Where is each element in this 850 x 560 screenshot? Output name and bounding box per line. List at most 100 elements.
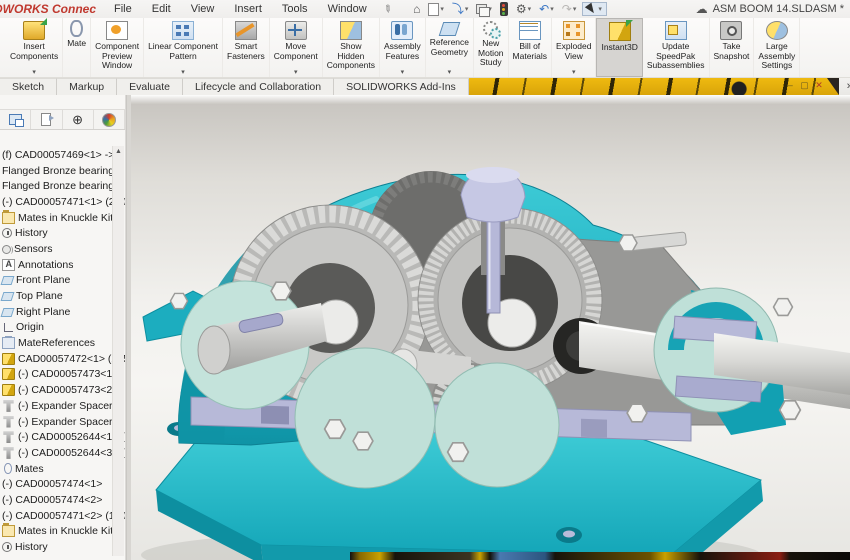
toolbar-button[interactable]: Update SpeedPak Subassemblies ▾ [643,18,710,77]
command-manager: Insert Components ▾ Mate ▾ Component Pre… [0,18,850,78]
tab-configurations[interactable]: ⊕ [63,110,94,129]
toolbar-button-label: Reference Geometry [429,37,470,57]
tree-item[interactable]: Mates in Knuckle Kit [0,209,125,226]
tree-item[interactable]: CAD00057472<1> (225 M [0,351,125,367]
toolbar-button[interactable]: Assembly Features ▾ [380,18,426,77]
tree-item[interactable]: Flanged Bronze bearing-1 [0,163,125,179]
dropdown-caret[interactable]: ▾ [401,68,405,76]
toolbar-button[interactable]: Insert Components ▾ [6,18,64,77]
tree-item[interactable]: History [0,539,125,555]
tree-item-label: History [15,227,48,240]
tree-item-label: (-) Expander Spacer<1> [18,399,125,412]
tree-item-label: Top Plane [16,290,63,303]
toolbar-button-label: Component Preview Window [95,41,140,71]
tree-item[interactable]: Annotations [0,257,125,273]
home-icon[interactable]: ⌂ [413,2,420,16]
undo-icon[interactable]: ↶ [539,2,549,16]
scroll-up-icon[interactable]: ▲ [113,146,124,155]
save-icon[interactable] [476,4,491,17]
ribbon-tab[interactable]: Lifecycle and Collaboration [183,78,335,95]
toolbar-button[interactable]: Linear Component Pattern ▾ [144,18,223,77]
menu-item[interactable]: Edit [142,2,181,16]
toolbar-button[interactable]: Move Component ▾ [270,18,323,77]
menu-item[interactable]: Window [318,2,377,16]
tab-display-manager[interactable] [94,110,125,129]
tree-item-label: Mates [15,462,44,475]
open-icon[interactable]: ⤵ [452,2,464,16]
tree-item[interactable]: Top Plane [0,288,125,304]
tree-item[interactable]: History [0,225,125,241]
dropdown-caret[interactable]: ▾ [528,5,532,13]
dropdown-caret[interactable]: ▾ [598,5,602,13]
toolbar-button[interactable]: Instant3D ▾ [596,18,643,77]
toolbar-button[interactable]: Exploded View ▾ [552,18,597,77]
brand-text: SOLIDWORKS Connected [0,2,96,16]
ribbon-tab[interactable]: Sketch [0,78,58,95]
toolbar-button[interactable]: Show Hidden Components ▾ [323,18,380,77]
tree-item[interactable]: Mates in Knuckle Kit [0,523,125,540]
tree-item[interactable]: (-) Expander Spacer<1> [0,398,125,414]
dropdown-caret[interactable]: ▾ [181,68,185,76]
tree-item[interactable]: MateReferences [0,335,125,351]
toolbar-button[interactable]: Reference Geometry ▾ [426,18,475,77]
tree-item[interactable]: (-) CAD00052644<3> (ISC [0,445,125,461]
performance-traffic-light-icon[interactable] [499,2,508,16]
tree-item[interactable]: (-) CAD00057474<2> [0,492,125,508]
background-video-strip [350,552,850,560]
ribbon-tab[interactable]: Evaluate [117,78,183,95]
options-gear-icon[interactable]: ⚙ [516,2,527,16]
dropdown-caret[interactable]: ▾ [294,68,298,76]
menu-item[interactable]: Insert [224,2,272,16]
ribbon-tab[interactable]: Markup [57,78,118,95]
ribbon-tab[interactable]: SOLIDWORKS Add-Ins [334,78,469,95]
tree-scrollbar[interactable]: ▲ [112,146,124,556]
tree-item-label: Flanged Bronze bearing-1 [2,164,124,177]
tree-item[interactable]: (-) CAD00057473<2> [0,382,125,398]
pin-icon[interactable]: ✎ [380,2,393,16]
tree-item[interactable]: (f) CAD00057469<1> ->x [0,147,125,163]
toolbar-button-label: Instant3D [601,42,638,52]
fastener-icon [3,415,14,428]
select-tool-button[interactable]: ▾ [582,2,607,16]
toolbar-button-label: New Motion Study [478,38,504,68]
tab-design-tree[interactable] [0,110,32,129]
tree-item-label: Mates in Knuckle Kit [18,525,114,538]
toolbar-button[interactable]: Take Snapshot ▾ [710,18,755,77]
toolbar-button[interactable]: Large Assembly Settings ▾ [754,18,801,77]
tab-property-manager[interactable] [31,110,63,129]
toolbar-button[interactable]: New Motion Study ▾ [474,18,509,77]
dropdown-caret[interactable]: ▾ [440,5,444,13]
toolbar-button[interactable]: Bill of Materials ▾ [509,18,553,77]
tree-item[interactable]: (-) CAD00052644<1> (ISC [0,429,125,445]
toolbar-button[interactable]: Component Preview Window ▾ [91,18,145,77]
dropdown-caret[interactable]: ▾ [572,68,576,76]
tree-item-label: Right Plane [16,305,71,318]
dropdown-caret[interactable]: ▾ [32,68,36,76]
dropdown-caret[interactable]: ▾ [465,5,469,13]
menu-item[interactable]: View [181,2,225,16]
tree-item[interactable]: Front Plane [0,273,125,289]
tree-item[interactable]: Flanged Bronze bearing-2 [0,178,125,194]
tree-item[interactable]: Sensors [0,241,125,257]
feature-manager-tabs: ⊕ [0,109,125,130]
menu-item[interactable]: Tools [272,2,318,16]
reference-geometry-icon [438,22,461,36]
tree-item[interactable]: (-) CAD00057471<2> (150 mr [0,508,125,524]
tree-item[interactable]: Origin [0,320,125,336]
toolbar-button[interactable]: Smart Fasteners ▾ [223,18,270,77]
graphics-viewport[interactable] [131,95,850,560]
tree-item[interactable]: (-) CAD00057474<1> [0,476,125,492]
dropdown-caret[interactable]: ▾ [550,5,554,13]
tree-item[interactable]: Right Plane [0,304,125,320]
new-motion-study-icon [483,21,502,39]
toolbar-button[interactable]: Mate ▾ [63,18,92,77]
menu-item[interactable]: File [104,2,142,16]
tree-item[interactable]: Mates [0,461,125,477]
tree-item-label: History [15,541,48,554]
feature-tree: (f) CAD00057469<1> ->x Flanged Bronze be… [0,147,125,555]
tree-item[interactable]: (-) Expander Spacer<2> [0,414,125,430]
tree-item[interactable]: (-) CAD00057473<1> [0,367,125,383]
dropdown-caret[interactable]: ▾ [448,68,452,76]
new-document-icon[interactable] [428,2,440,16]
tree-item[interactable]: (-) CAD00057471<1> (220 mr [0,194,125,210]
